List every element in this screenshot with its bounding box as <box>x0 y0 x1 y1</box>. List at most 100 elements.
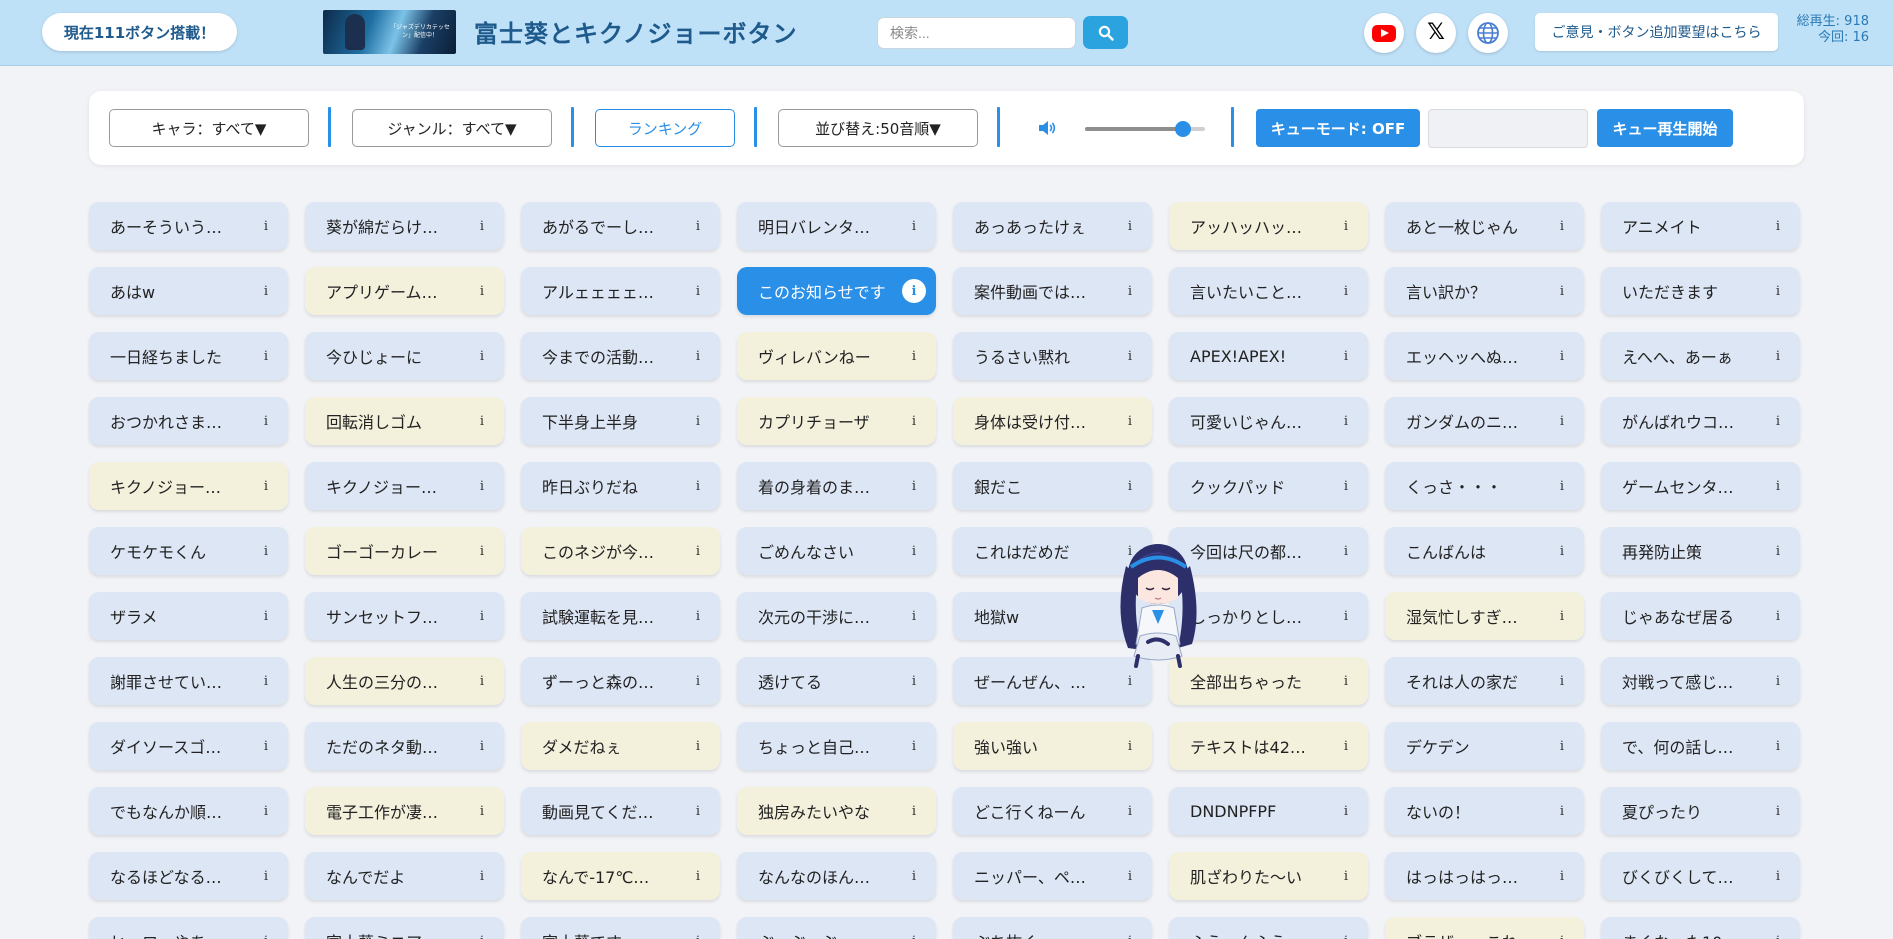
volume-slider[interactable] <box>1085 121 1205 137</box>
voice-button[interactable]: ヒーローやあ… i <box>89 917 288 939</box>
voice-button[interactable]: ダイソースゴ… i <box>89 722 288 770</box>
info-icon[interactable]: i <box>1550 474 1574 498</box>
genre-filter-select[interactable]: ジャンル：すべて▼ <box>352 109 552 147</box>
voice-button[interactable]: いただきます i <box>1601 267 1800 315</box>
info-icon[interactable]: i <box>254 474 278 498</box>
info-icon[interactable]: i <box>902 539 926 563</box>
info-icon[interactable]: i <box>1334 279 1358 303</box>
info-icon[interactable]: i <box>1766 279 1790 303</box>
info-icon[interactable]: i <box>1766 669 1790 693</box>
info-icon[interactable]: i <box>1118 734 1142 758</box>
info-icon[interactable]: i <box>1766 864 1790 888</box>
voice-button[interactable]: えへへ、あーぁ i <box>1601 332 1800 380</box>
info-icon[interactable]: i <box>902 929 926 939</box>
voice-button[interactable]: 透けてる i <box>737 657 936 705</box>
info-icon[interactable]: i <box>1766 604 1790 628</box>
voice-button[interactable]: キクノジョー… i <box>305 462 504 510</box>
voice-button[interactable]: 回転消しゴム i <box>305 397 504 445</box>
voice-button-playing[interactable]: このお知らせです i <box>737 267 936 315</box>
website-link[interactable] <box>1468 13 1508 53</box>
voice-button[interactable]: ずーっと森の… i <box>521 657 720 705</box>
info-icon[interactable]: i <box>1334 214 1358 238</box>
voice-button[interactable]: ゴーゴーカレー i <box>305 527 504 575</box>
info-icon[interactable]: i <box>470 344 494 368</box>
voice-button[interactable]: 謝罪させてい… i <box>89 657 288 705</box>
voice-button[interactable]: ザラメ i <box>89 592 288 640</box>
voice-button[interactable]: 試験運転を見… i <box>521 592 720 640</box>
info-icon[interactable]: i <box>686 539 710 563</box>
voice-button[interactable]: 湿気忙しすぎ… i <box>1385 592 1584 640</box>
search-button[interactable] <box>1083 16 1128 49</box>
info-icon[interactable]: i <box>1334 409 1358 433</box>
voice-button[interactable]: ぶち抜く i <box>953 917 1152 939</box>
voice-button[interactable]: 今までの活動… i <box>521 332 720 380</box>
voice-button[interactable]: サンセットフ… i <box>305 592 504 640</box>
queue-play-button[interactable]: キュー再生開始 <box>1597 109 1733 147</box>
voice-button[interactable]: 人生の三分の… i <box>305 657 504 705</box>
voice-button[interactable]: 富士葵ミニア… i <box>305 917 504 939</box>
voice-button[interactable]: ぶーぶーぶー… i <box>737 917 936 939</box>
voice-button[interactable]: どこ行くねーん i <box>953 787 1152 835</box>
info-icon[interactable]: i <box>1118 669 1142 693</box>
voice-button[interactable]: 再発防止策 i <box>1601 527 1800 575</box>
voice-button[interactable]: ガンダムのニ… i <box>1385 397 1584 445</box>
info-icon[interactable]: i <box>1118 344 1142 368</box>
info-icon[interactable]: i <box>1766 214 1790 238</box>
promo-banner[interactable]: 「ジャズデリカテッセン」配信中！ <box>323 10 456 54</box>
info-icon[interactable]: i <box>1766 734 1790 758</box>
voice-button[interactable]: 一日経ちました i <box>89 332 288 380</box>
info-icon[interactable]: i <box>1334 799 1358 823</box>
voice-button[interactable]: でもなんか順… i <box>89 787 288 835</box>
volume-icon[interactable] <box>1036 117 1058 139</box>
info-icon[interactable]: i <box>470 604 494 628</box>
voice-button[interactable]: うるさい黙れ i <box>953 332 1152 380</box>
info-icon[interactable]: i <box>470 734 494 758</box>
voice-button[interactable]: アニメイト i <box>1601 202 1800 250</box>
info-icon[interactable]: i <box>902 344 926 368</box>
voice-button[interactable]: APEX!APEX! i <box>1169 332 1368 380</box>
voice-button[interactable]: あはw i <box>89 267 288 315</box>
character-filter-select[interactable]: キャラ：すべて▼ <box>109 109 309 147</box>
info-icon[interactable]: i <box>470 539 494 563</box>
info-icon[interactable]: i <box>254 409 278 433</box>
info-icon[interactable]: i <box>1550 344 1574 368</box>
info-icon[interactable]: i <box>1766 409 1790 433</box>
voice-button[interactable]: ゲームセンタ… i <box>1601 462 1800 510</box>
info-icon[interactable]: i <box>1550 929 1574 939</box>
voice-button[interactable]: 次元の干渉に… i <box>737 592 936 640</box>
voice-button[interactable]: クックパッド i <box>1169 462 1368 510</box>
feedback-link[interactable]: ご意見・ボタン追加要望はこちら <box>1535 13 1778 51</box>
info-icon[interactable]: i <box>686 669 710 693</box>
voice-button[interactable]: 電子工作が凄… i <box>305 787 504 835</box>
ranking-button[interactable]: ランキング <box>595 109 735 147</box>
info-icon[interactable]: i <box>1118 409 1142 433</box>
info-icon[interactable]: i <box>1334 734 1358 758</box>
info-icon[interactable]: i <box>686 409 710 433</box>
info-icon[interactable]: i <box>902 734 926 758</box>
voice-button[interactable]: おつかれさま… i <box>89 397 288 445</box>
voice-button[interactable]: じゃあなぜ居る i <box>1601 592 1800 640</box>
voice-button[interactable]: DNDNPFPF i <box>1169 787 1368 835</box>
voice-button[interactable]: ただのネタ動… i <box>305 722 504 770</box>
voice-button[interactable]: なんなのほん… i <box>737 852 936 900</box>
voice-button[interactable]: キクノジョー… i <box>89 462 288 510</box>
voice-button[interactable]: エッヘッへぬ… i <box>1385 332 1584 380</box>
info-icon[interactable]: i <box>254 929 278 939</box>
info-icon[interactable]: i <box>470 214 494 238</box>
info-icon[interactable]: i <box>470 669 494 693</box>
info-icon[interactable]: i <box>686 344 710 368</box>
voice-button[interactable]: このネジが今… i <box>521 527 720 575</box>
info-icon[interactable]: i <box>470 799 494 823</box>
info-icon[interactable]: i <box>254 734 278 758</box>
info-icon[interactable]: i <box>902 604 926 628</box>
info-icon[interactable]: i <box>254 604 278 628</box>
info-icon[interactable]: i <box>254 539 278 563</box>
voice-button[interactable]: まくなった10… i <box>1601 917 1800 939</box>
voice-button[interactable]: アプリゲーム… i <box>305 267 504 315</box>
info-icon[interactable]: i <box>686 214 710 238</box>
voice-button[interactable]: ふうーんふう… i <box>1169 917 1368 939</box>
youtube-link[interactable] <box>1364 13 1404 53</box>
voice-button[interactable]: ブラザー、これ… i <box>1385 917 1584 939</box>
info-icon[interactable]: i <box>1118 864 1142 888</box>
voice-button[interactable]: 肌ざわりた〜い i <box>1169 852 1368 900</box>
